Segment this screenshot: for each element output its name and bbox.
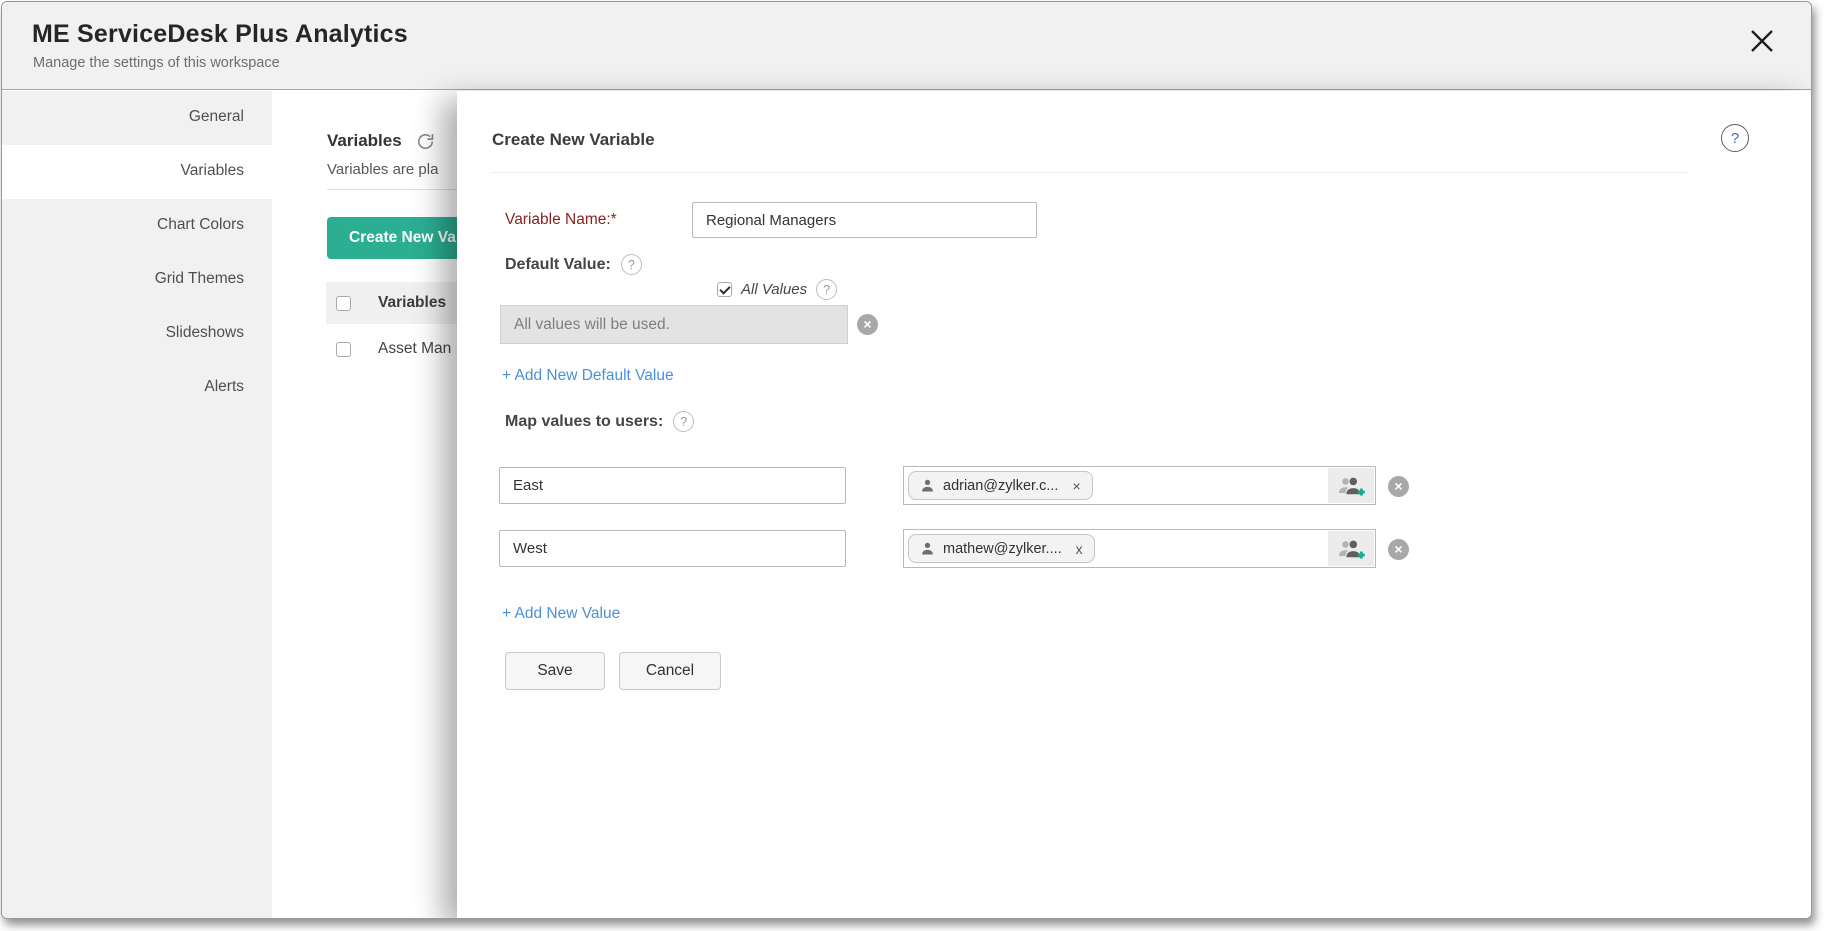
sidebar-item-chart-colors[interactable]: Chart Colors — [2, 199, 272, 253]
user-picker-west[interactable]: mathew@zylker.... x — [903, 529, 1376, 568]
settings-sidebar: General Variables Chart Colors Grid Them… — [2, 91, 272, 918]
default-value-field — [500, 305, 848, 344]
add-new-default-value-link[interactable]: + Add New Default Value — [502, 367, 674, 385]
dialog-subtitle: Manage the settings of this workspace — [33, 55, 280, 71]
remove-row-icon[interactable]: × — [1388, 476, 1409, 497]
person-icon — [920, 478, 935, 493]
value-input-west[interactable] — [499, 530, 846, 567]
map-values-label: Map values to users: — [505, 413, 663, 431]
variable-name-label: Variable Name:* — [505, 211, 617, 229]
add-users-icon[interactable] — [1328, 531, 1374, 566]
select-all-checkbox[interactable] — [336, 296, 351, 311]
settings-dialog: ME ServiceDesk Plus Analytics Manage the… — [1, 1, 1812, 919]
refresh-icon[interactable] — [416, 132, 435, 151]
save-button[interactable]: Save — [505, 652, 605, 690]
sidebar-item-general[interactable]: General — [2, 91, 272, 145]
all-values-help-icon[interactable]: ? — [816, 279, 837, 300]
user-picker-east[interactable]: adrian@zylker.c... × — [903, 466, 1376, 505]
sidebar-item-variables[interactable]: Variables — [2, 145, 272, 199]
chip-remove-icon[interactable]: x — [1076, 541, 1083, 557]
page-description: Variables are pla — [327, 161, 438, 178]
divider — [492, 172, 1687, 173]
create-variable-panel: Create New Variable ? Variable Name:* De… — [457, 91, 1811, 918]
help-icon[interactable]: ? — [1721, 124, 1749, 152]
all-values-checkbox[interactable] — [717, 282, 732, 297]
person-icon — [920, 541, 935, 556]
user-chip-name: mathew@zylker.... — [943, 541, 1062, 557]
table-header-label: Variables — [378, 294, 446, 312]
sidebar-item-alerts[interactable]: Alerts — [2, 361, 272, 415]
dialog-header: ME ServiceDesk Plus Analytics Manage the… — [2, 2, 1811, 90]
add-users-icon[interactable] — [1328, 468, 1374, 503]
close-icon[interactable] — [1747, 26, 1777, 56]
user-chip: mathew@zylker.... x — [908, 534, 1095, 563]
user-chip-name: adrian@zylker.c... — [943, 478, 1058, 494]
remove-row-icon[interactable]: × — [1388, 539, 1409, 560]
map-values-help-icon[interactable]: ? — [673, 411, 694, 432]
remove-default-value-icon[interactable]: × — [857, 314, 878, 335]
dialog-title: ME ServiceDesk Plus Analytics — [32, 20, 408, 49]
default-value-label: Default Value: — [505, 256, 611, 274]
variable-name-input[interactable] — [692, 202, 1037, 238]
default-value-help-icon[interactable]: ? — [621, 254, 642, 275]
all-values-label: All Values — [741, 281, 807, 298]
page-title: Variables — [327, 131, 402, 151]
panel-title: Create New Variable — [492, 130, 655, 150]
table-row-label: Asset Man — [378, 340, 451, 358]
chip-remove-icon[interactable]: × — [1072, 478, 1080, 494]
value-input-east[interactable] — [499, 467, 846, 504]
sidebar-item-grid-themes[interactable]: Grid Themes — [2, 253, 272, 307]
sidebar-item-slideshows[interactable]: Slideshows — [2, 307, 272, 361]
cancel-button[interactable]: Cancel — [619, 652, 721, 690]
user-chip: adrian@zylker.c... × — [908, 471, 1093, 500]
add-new-value-link[interactable]: + Add New Value — [502, 605, 620, 623]
row-checkbox[interactable] — [336, 342, 351, 357]
create-new-variable-button[interactable]: Create New Va — [327, 217, 478, 259]
